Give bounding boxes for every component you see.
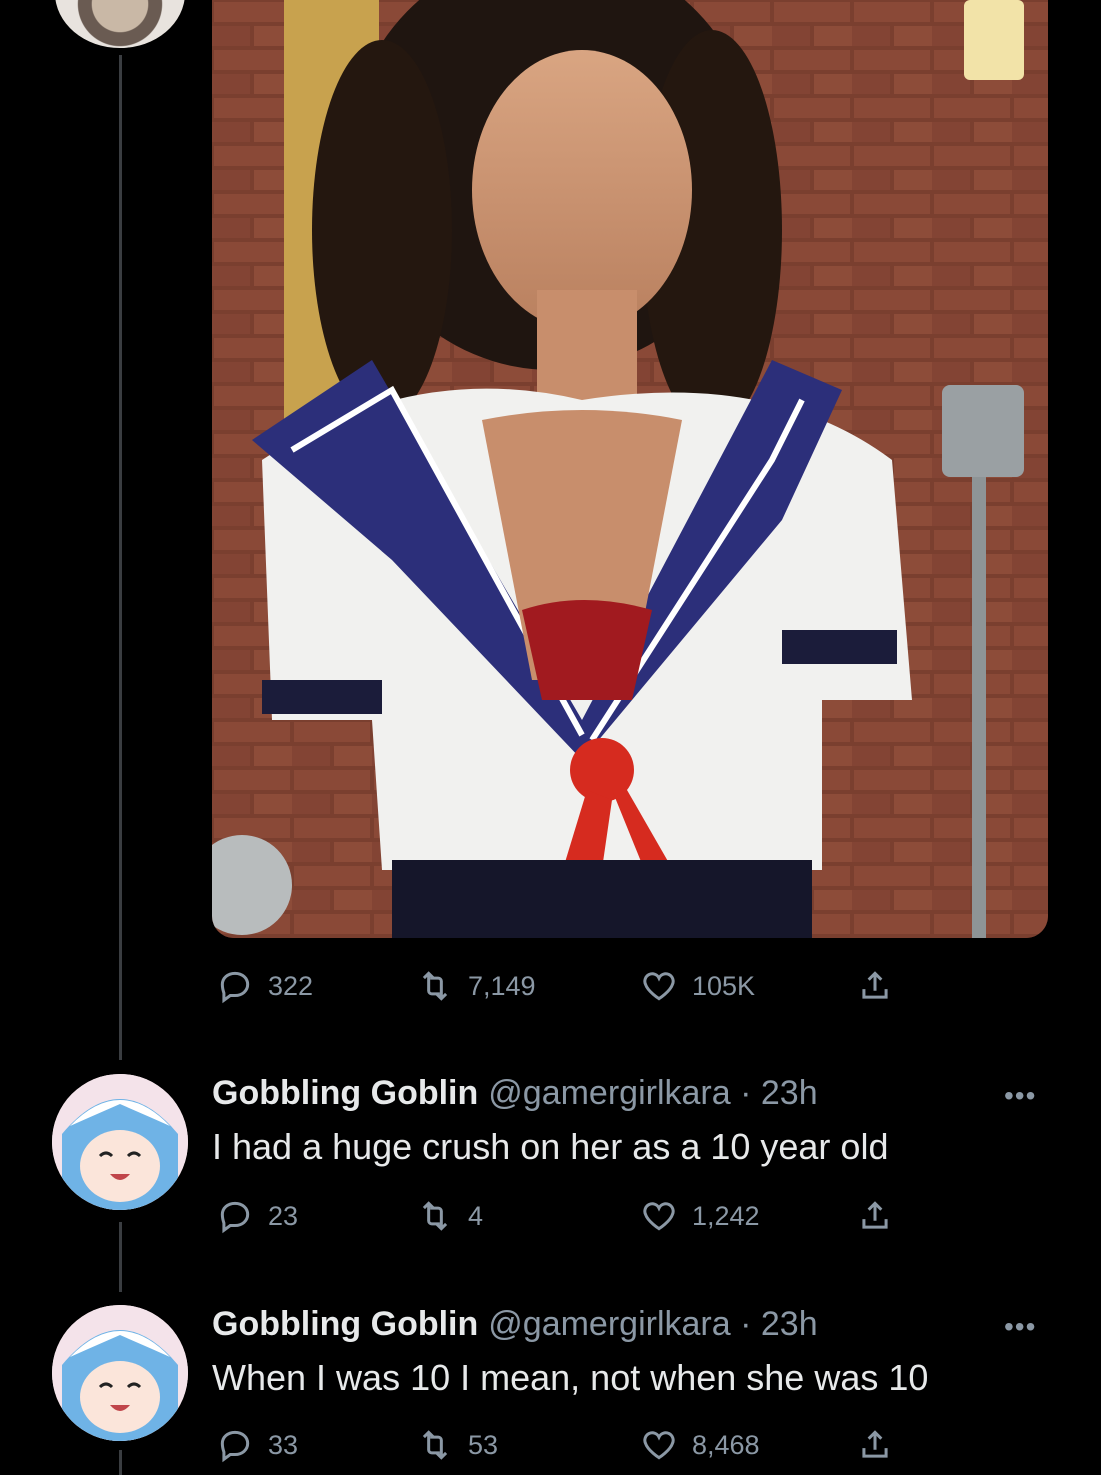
share-icon: [862, 1201, 888, 1229]
like-count: 105K: [692, 970, 756, 1001]
author-name[interactable]: Gobbling Goblin: [212, 1305, 478, 1343]
heart-icon: [643, 1202, 675, 1231]
reply-button[interactable]: 23: [216, 1196, 298, 1236]
retweet-icon: [422, 1430, 448, 1460]
reply-header: Gobbling Goblin @gamergirlkara · 23h: [212, 1305, 818, 1344]
reply-text: I had a huge crush on her as a 10 year o…: [212, 1126, 889, 1167]
retweet-count: 4: [468, 1200, 484, 1231]
like-count: 8,468: [692, 1429, 760, 1460]
timestamp[interactable]: 23h: [761, 1074, 818, 1112]
like-count: 1,242: [692, 1200, 760, 1231]
share-button[interactable]: [856, 1425, 894, 1465]
author-handle[interactable]: @gamergirlkara: [488, 1305, 730, 1343]
share-button[interactable]: [856, 966, 894, 1006]
tweet-media-image[interactable]: [212, 0, 1048, 938]
timestamp[interactable]: 23h: [761, 1305, 818, 1343]
share-button[interactable]: [856, 1196, 894, 1236]
share-icon: [862, 1430, 888, 1458]
thread-line-bottom: [119, 1450, 122, 1475]
thread-line-top: [119, 55, 122, 1060]
reply-header: Gobbling Goblin @gamergirlkara · 23h: [212, 1074, 818, 1113]
reply-icon: [220, 971, 250, 1004]
more-icon[interactable]: •••: [1004, 1311, 1036, 1343]
more-icon[interactable]: •••: [1004, 1080, 1036, 1112]
thread-line-middle: [119, 1222, 122, 1292]
reply-author-avatar[interactable]: [52, 1305, 188, 1441]
retweet-button[interactable]: 4: [416, 1196, 483, 1236]
like-button[interactable]: 1,242: [640, 1196, 760, 1236]
like-button[interactable]: 8,468: [640, 1425, 760, 1465]
reply-icon: [220, 1201, 250, 1234]
reply-count: 23: [268, 1200, 299, 1231]
heart-icon: [643, 972, 675, 1001]
retweet-count: 53: [468, 1429, 499, 1460]
retweet-button[interactable]: 7,149: [416, 966, 536, 1006]
share-icon: [862, 971, 888, 999]
retweet-icon: [422, 1201, 448, 1231]
like-button[interactable]: 105K: [640, 966, 755, 1006]
retweet-count: 7,149: [468, 970, 536, 1001]
author-name[interactable]: Gobbling Goblin: [212, 1074, 478, 1112]
author-handle[interactable]: @gamergirlkara: [488, 1074, 730, 1112]
retweet-button[interactable]: 53: [416, 1425, 498, 1465]
separator: ·: [740, 1305, 752, 1343]
reply-button[interactable]: 322: [216, 966, 313, 1006]
separator: ·: [740, 1074, 752, 1112]
reply-count: 322: [268, 970, 314, 1001]
reply-author-avatar[interactable]: [52, 1074, 188, 1210]
heart-icon: [643, 1431, 675, 1460]
reply-button[interactable]: 33: [216, 1425, 298, 1465]
reply-icon: [220, 1430, 250, 1463]
author-avatar[interactable]: [55, 0, 185, 48]
reply-count: 33: [268, 1429, 299, 1460]
reply-text: When I was 10 I mean, not when she was 1…: [212, 1357, 929, 1398]
retweet-icon: [422, 971, 448, 1001]
